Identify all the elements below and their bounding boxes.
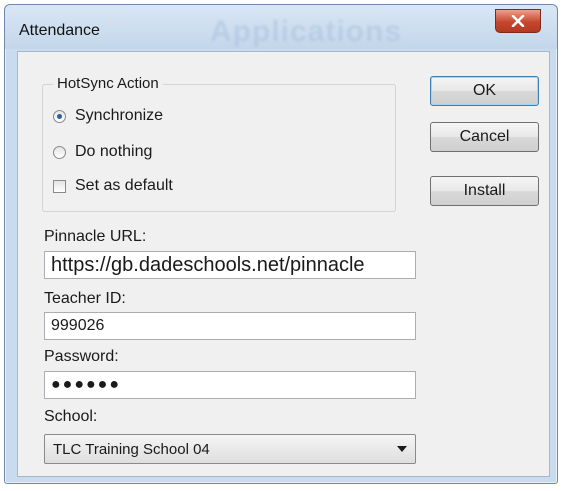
teacher-id-input[interactable]: 999026 xyxy=(44,312,416,340)
set-as-default-checkbox[interactable] xyxy=(53,179,66,193)
do-nothing-radio-option[interactable]: Do nothing xyxy=(53,143,152,161)
close-button[interactable] xyxy=(495,9,541,33)
background-window-title: Applications xyxy=(210,15,403,48)
hotsync-action-legend: HotSync Action xyxy=(53,75,163,92)
school-selected-value: TLC Training School 04 xyxy=(53,440,210,458)
set-as-default-label: Set as default xyxy=(75,177,173,194)
install-button[interactable]: Install xyxy=(430,176,539,206)
synchronize-radio-option[interactable]: Synchronize xyxy=(53,107,163,125)
ok-button[interactable]: OK xyxy=(430,76,539,106)
dialog-client-area: HotSync Action Synchronize Do nothing Se… xyxy=(17,51,550,477)
dialog-window: Applications Attendance HotSync Action S… xyxy=(4,4,558,484)
pinnacle-url-input[interactable]: https://gb.dadeschools.net/pinnacle xyxy=(44,251,416,279)
hotsync-action-group: HotSync Action Synchronize Do nothing Se… xyxy=(42,75,396,212)
password-label: Password: xyxy=(44,348,119,365)
teacher-id-label: Teacher ID: xyxy=(44,290,126,307)
password-input[interactable]: ●●●●●● xyxy=(44,371,416,399)
cancel-button[interactable]: Cancel xyxy=(430,122,539,152)
set-as-default-option[interactable]: Set as default xyxy=(53,177,173,195)
synchronize-label: Synchronize xyxy=(75,107,164,124)
chevron-down-icon[interactable] xyxy=(397,446,407,452)
title-bar[interactable]: Applications Attendance xyxy=(5,5,557,49)
synchronize-radio[interactable] xyxy=(53,109,66,123)
do-nothing-label: Do nothing xyxy=(75,143,153,160)
pinnacle-url-label: Pinnacle URL: xyxy=(44,228,147,245)
window-title: Attendance xyxy=(19,22,100,39)
do-nothing-radio[interactable] xyxy=(53,145,66,159)
school-label: School: xyxy=(44,408,98,425)
close-icon xyxy=(511,15,525,27)
school-select[interactable]: TLC Training School 04 xyxy=(44,434,416,464)
